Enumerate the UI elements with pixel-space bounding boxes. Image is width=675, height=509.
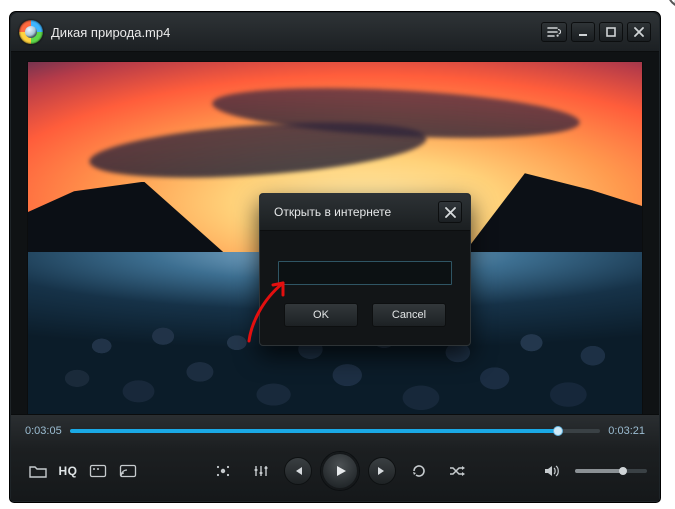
url-input[interactable] (279, 262, 451, 284)
time-elapsed: 0:03:05 (25, 425, 62, 437)
open-url-dialog: Открыть в интернете OK Cancel (259, 193, 471, 346)
prev-button[interactable] (284, 457, 312, 485)
url-input-wrap (278, 261, 452, 285)
volume-slider[interactable] (575, 469, 647, 473)
shuffle-button[interactable] (445, 459, 469, 483)
cancel-button[interactable]: Cancel (372, 303, 446, 327)
repeat-button[interactable] (407, 459, 431, 483)
app-logo-icon (19, 20, 43, 44)
equalizer-button[interactable] (249, 459, 273, 483)
maximize-button[interactable] (599, 22, 623, 42)
minimize-button[interactable] (571, 22, 595, 42)
subtitles-button[interactable] (86, 459, 110, 483)
control-bar: 0:03:05 0:03:21 HQ (11, 414, 659, 501)
volume-icon[interactable] (540, 459, 564, 483)
close-button[interactable] (627, 22, 651, 42)
next-button[interactable] (368, 457, 396, 485)
time-total: 0:03:21 (608, 425, 645, 437)
cast-button[interactable] (116, 459, 140, 483)
help-callout-icon (667, 0, 675, 8)
open-file-button[interactable] (26, 459, 50, 483)
window-title: Дикая природа.mp4 (51, 25, 170, 40)
seek-slider[interactable] (70, 429, 601, 433)
ok-button[interactable]: OK (284, 303, 358, 327)
play-button[interactable] (320, 451, 360, 491)
media-player-window: Дикая природа.mp4 (10, 12, 660, 502)
settings-button[interactable] (211, 459, 235, 483)
titlebar: Дикая природа.mp4 (11, 13, 659, 52)
dialog-close-button[interactable] (438, 201, 462, 223)
hq-toggle[interactable]: HQ (56, 459, 80, 483)
playlist-button[interactable] (541, 22, 567, 42)
dialog-title: Открыть в интернете (274, 205, 438, 219)
